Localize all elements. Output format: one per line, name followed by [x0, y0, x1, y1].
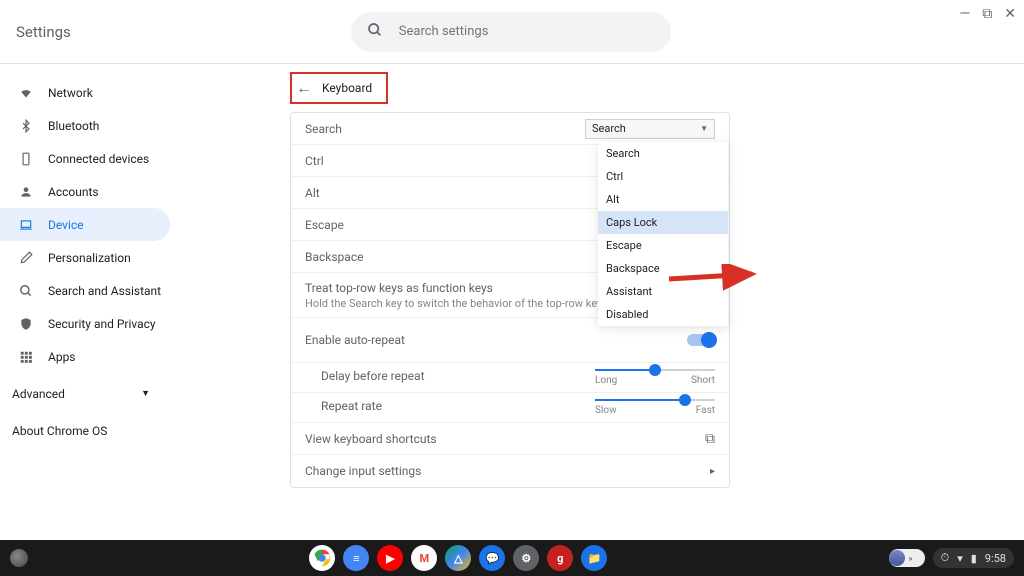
- shelf: ≡ ▶ M △ 💬 ⚙ g 📁 » ⏱ ▾ ▮ 9:58: [0, 540, 1024, 576]
- search-bar[interactable]: [351, 12, 671, 52]
- notifications-icon: ⏱: [941, 551, 950, 565]
- apps-icon: [18, 350, 34, 364]
- docs-icon[interactable]: ≡: [343, 545, 369, 571]
- app-title: Settings: [16, 23, 71, 41]
- brush-icon: [18, 251, 34, 265]
- dropdown-item-capslock[interactable]: Caps Lock: [598, 211, 728, 234]
- app-g-icon[interactable]: g: [547, 545, 573, 571]
- external-link-icon: ⧉: [705, 431, 715, 447]
- drive-icon[interactable]: △: [445, 545, 471, 571]
- sidebar-item-device[interactable]: Device: [0, 208, 170, 241]
- row-search: Search Search ▼: [291, 113, 729, 145]
- header: Settings: [0, 0, 1024, 64]
- shelf-apps: ≡ ▶ M △ 💬 ⚙ g 📁: [28, 545, 889, 571]
- window-controls: — ⧉ ✕: [959, 6, 1016, 22]
- delay-slider[interactable]: [595, 369, 715, 371]
- restore-icon[interactable]: ⧉: [982, 6, 992, 22]
- dropdown-item-backspace[interactable]: Backspace: [598, 257, 728, 280]
- status-area[interactable]: » ⏱ ▾ ▮ 9:58: [889, 548, 1014, 568]
- rate-block: Repeat rate Slow Fast: [291, 393, 729, 423]
- sidebar-item-search-assistant[interactable]: Search and Assistant: [0, 274, 170, 307]
- messages-icon[interactable]: 💬: [479, 545, 505, 571]
- dropdown-item-assistant[interactable]: Assistant: [598, 280, 728, 303]
- sidebar-item-connected[interactable]: Connected devices: [0, 142, 170, 175]
- sidebar-item-network[interactable]: Network: [0, 76, 170, 109]
- page-title: Keyboard: [322, 81, 372, 95]
- sidebar-item-personalization[interactable]: Personalization: [0, 241, 170, 274]
- search-key-select[interactable]: Search ▼: [585, 119, 715, 139]
- shield-icon: [18, 317, 34, 331]
- clock: 9:58: [985, 552, 1006, 565]
- youtube-icon[interactable]: ▶: [377, 545, 403, 571]
- rate-slider[interactable]: [595, 399, 715, 401]
- minimize-icon[interactable]: —: [959, 6, 970, 22]
- wifi-status-icon: ▾: [957, 552, 963, 565]
- launcher-button[interactable]: [10, 549, 28, 567]
- dropdown-item-escape[interactable]: Escape: [598, 234, 728, 257]
- person-icon: [18, 185, 34, 199]
- view-shortcuts-link[interactable]: View keyboard shortcuts ⧉: [291, 423, 729, 455]
- chevron-right-icon: ▸: [710, 466, 715, 477]
- dropdown-item-search[interactable]: Search: [598, 142, 728, 165]
- dropdown-item-alt[interactable]: Alt: [598, 188, 728, 211]
- change-input-link[interactable]: Change input settings ▸: [291, 455, 729, 487]
- dropdown-item-ctrl[interactable]: Ctrl: [598, 165, 728, 188]
- sidebar-item-accounts[interactable]: Accounts: [0, 175, 170, 208]
- search-icon: [367, 22, 383, 42]
- bluetooth-icon: [18, 119, 34, 133]
- sidebar-item-apps[interactable]: Apps: [0, 340, 170, 373]
- chevron-down-icon: ▼: [700, 124, 708, 133]
- user-switch[interactable]: »: [889, 549, 925, 567]
- auto-repeat-toggle[interactable]: [687, 334, 715, 346]
- battery-icon: ▮: [971, 552, 977, 565]
- back-arrow-icon[interactable]: ←: [296, 78, 312, 98]
- search-icon: [18, 284, 34, 298]
- sidebar-advanced[interactable]: Advanced ▼: [0, 377, 170, 410]
- content: ← Keyboard Search Search ▼ Ctrl Alt Esca…: [170, 64, 1024, 540]
- laptop-icon: [18, 218, 34, 232]
- sidebar-item-bluetooth[interactable]: Bluetooth: [0, 109, 170, 142]
- search-key-dropdown: Search Ctrl Alt Caps Lock Escape Backspa…: [598, 142, 728, 326]
- page-header: ← Keyboard: [290, 72, 388, 104]
- delay-block: Delay before repeat Long Short: [291, 363, 729, 393]
- chrome-icon[interactable]: [309, 545, 335, 571]
- phone-icon: [18, 152, 34, 166]
- search-input[interactable]: [399, 24, 655, 39]
- settings-icon[interactable]: ⚙: [513, 545, 539, 571]
- dropdown-item-disabled[interactable]: Disabled: [598, 303, 728, 326]
- files-icon[interactable]: 📁: [581, 545, 607, 571]
- chevron-down-icon: ▼: [141, 388, 150, 399]
- sidebar-item-security[interactable]: Security and Privacy: [0, 307, 170, 340]
- close-icon[interactable]: ✕: [1004, 6, 1016, 22]
- wifi-icon: [18, 86, 34, 100]
- sidebar-about[interactable]: About Chrome OS: [0, 424, 170, 438]
- gmail-icon[interactable]: M: [411, 545, 437, 571]
- sidebar: Network Bluetooth Connected devices Acco…: [0, 64, 170, 540]
